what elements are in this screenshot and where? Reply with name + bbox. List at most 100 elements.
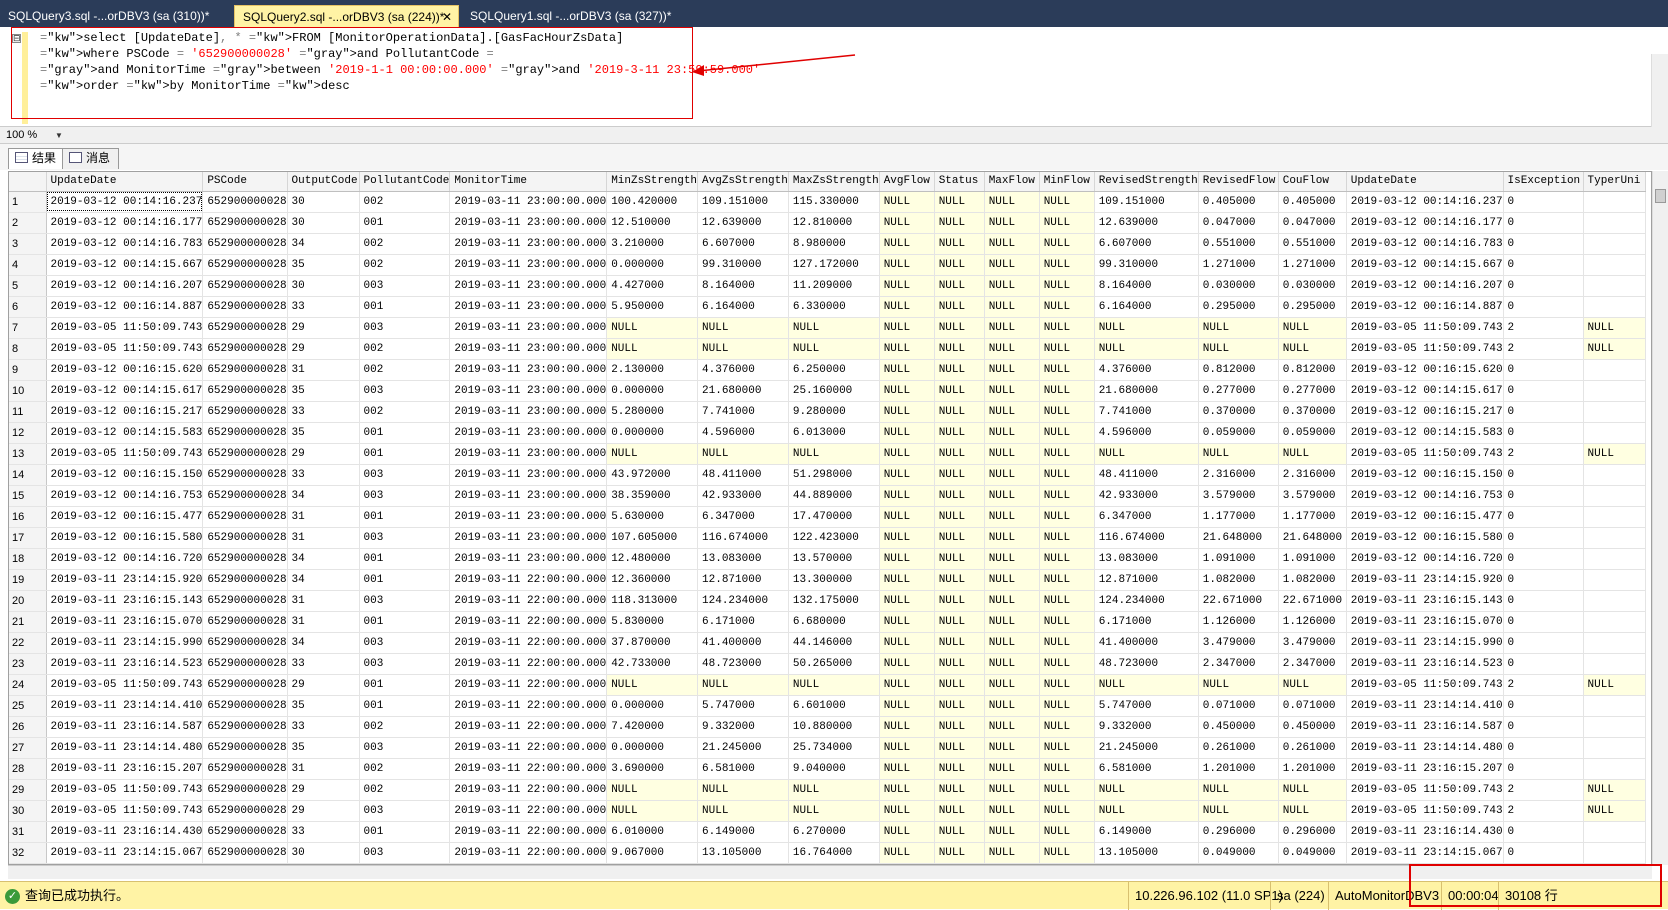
table-cell[interactable]: NULL [984,254,1040,276]
table-cell[interactable]: 9.332000 [697,716,789,738]
table-cell[interactable]: 31 [287,527,360,549]
table-cell[interactable]: 34 [287,569,360,591]
table-cell[interactable]: NULL [984,800,1040,822]
table-cell[interactable]: 652900000028 [202,716,288,738]
table-cell[interactable]: 12.480000 [606,548,699,570]
table-row[interactable]: 3 2019-03-12 00:14:16.783 652900000028 34 00… [9,233,1646,255]
table-cell[interactable]: NULL [934,212,985,234]
table-cell[interactable]: 31 [287,590,360,612]
table-cell[interactable]: 2019-03-12 00:16:15.580 [46,527,204,549]
table-cell[interactable]: 2019-03-11 23:00:00.000 [449,506,608,528]
table-cell[interactable]: NULL [934,737,985,759]
table-cell[interactable]: NULL [879,296,935,318]
table-cell[interactable]: NULL [984,737,1040,759]
table-cell[interactable]: 25.734000 [788,737,880,759]
table-cell[interactable]: 12.639000 [697,212,789,234]
table-cell[interactable]: NULL [984,401,1040,423]
table-cell[interactable]: 652900000028 [202,548,288,570]
table-cell[interactable]: 2019-03-11 23:16:14.523 [46,653,204,675]
table-cell[interactable]: 116.674000 [1094,527,1199,549]
table-cell[interactable]: 2019-03-11 22:00:00.000 [449,758,608,780]
tab-sqlquery2[interactable]: SQLQuery2.sql -...orDBV3 (sa (224))* ✕ [234,5,459,27]
column-header[interactable]: MonitorTime [449,172,608,192]
table-cell[interactable]: 2019-03-12 00:14:15.583 [1346,422,1504,444]
tab-messages[interactable]: 消息 [62,148,120,169]
table-cell[interactable]: 2019-03-11 23:16:15.207 [1346,758,1504,780]
table-cell[interactable]: 127.172000 [788,254,880,276]
table-cell[interactable]: 13.083000 [697,548,789,570]
table-cell[interactable]: 33 [287,296,360,318]
table-cell[interactable]: NULL [879,611,935,633]
table-cell[interactable]: NULL [1039,527,1095,549]
table-cell[interactable]: 652900000028 [202,611,288,633]
table-cell[interactable]: NULL [984,611,1040,633]
column-header[interactable]: MinZsStrength [606,172,699,192]
table-cell[interactable]: NULL [1278,443,1347,465]
table-cell[interactable]: 13.300000 [788,569,880,591]
table-cell[interactable]: 0 [1503,842,1584,864]
table-cell[interactable]: 0 [1503,359,1584,381]
table-cell[interactable]: NULL [606,800,699,822]
table-cell[interactable]: 0.551000 [1278,233,1347,255]
table-cell[interactable]: NULL [606,674,699,696]
table-cell[interactable]: NULL [1039,233,1095,255]
table-cell[interactable]: 12.871000 [1094,569,1199,591]
table-cell[interactable]: 2019-03-11 23:00:00.000 [449,338,608,360]
table-cell[interactable]: 2.316000 [1198,464,1279,486]
table-cell[interactable]: 652900000028 [202,212,288,234]
table-cell[interactable]: 6.250000 [788,359,880,381]
table-cell[interactable]: NULL [984,317,1040,339]
table-cell[interactable]: 9.040000 [788,758,880,780]
table-cell[interactable]: 8.164000 [1094,275,1199,297]
table-cell[interactable]: 6.607000 [1094,233,1199,255]
table-cell[interactable]: NULL [1198,800,1279,822]
table-row[interactable]: 25 2019-03-11 23:14:14.410 652900000028 35 0… [9,695,1646,717]
table-cell[interactable]: 124.234000 [1094,590,1199,612]
table-cell[interactable]: 2019-03-11 22:00:00.000 [449,779,608,801]
table-cell[interactable]: 2019-03-11 23:16:14.523 [1346,653,1504,675]
table-cell[interactable]: 0 [1503,233,1584,255]
table-cell[interactable]: NULL [1039,443,1095,465]
table-cell[interactable]: NULL [788,317,880,339]
table-cell[interactable]: 2019-03-11 23:00:00.000 [449,191,608,213]
table-cell[interactable]: NULL [879,716,935,738]
table-row[interactable]: 28 2019-03-11 23:16:15.207 652900000028 31 0… [9,758,1646,780]
table-cell[interactable]: 2019-03-12 00:14:16.237 [1346,191,1504,213]
table-cell[interactable]: NULL [1094,800,1199,822]
table-cell[interactable]: 2019-03-12 00:14:16.177 [1346,212,1504,234]
table-cell[interactable]: NULL [1039,485,1095,507]
table-cell[interactable]: 2019-03-11 23:16:14.430 [46,821,204,843]
table-cell[interactable]: 2019-03-05 11:50:09.743 [1346,800,1504,822]
table-cell[interactable]: 2019-03-11 22:00:00.000 [449,653,608,675]
table-cell[interactable]: 2019-03-11 23:16:15.143 [1346,590,1504,612]
table-row[interactable]: 13 2019-03-05 11:50:09.743 652900000028 29 0… [9,443,1646,465]
table-cell[interactable]: 0.261000 [1278,737,1347,759]
table-cell[interactable]: 0.551000 [1198,233,1279,255]
table-cell[interactable]: 8.980000 [788,233,880,255]
table-cell[interactable]: NULL [984,338,1040,360]
table-cell[interactable]: 6.581000 [1094,758,1199,780]
table-cell[interactable]: 652900000028 [202,296,288,318]
table-cell[interactable]: NULL [934,296,985,318]
table-cell[interactable]: 48.411000 [697,464,789,486]
table-row[interactable]: 16 2019-03-12 00:16:15.477 652900000028 31 0… [9,506,1646,528]
table-cell[interactable]: 6.010000 [606,821,699,843]
table-cell[interactable]: 0.000000 [606,737,699,759]
table-cell[interactable]: 003 [359,464,451,486]
table-cell[interactable]: 652900000028 [202,233,288,255]
table-cell[interactable]: 2019-03-11 23:00:00.000 [449,296,608,318]
table-cell[interactable]: 2019-03-05 11:50:09.743 [1346,674,1504,696]
table-cell[interactable]: 4.376000 [697,359,789,381]
table-cell[interactable]: NULL [1278,338,1347,360]
table-cell[interactable]: NULL [1039,590,1095,612]
column-header[interactable] [9,172,47,192]
table-cell[interactable] [1583,191,1646,213]
table-row[interactable]: 10 2019-03-12 00:14:15.617 652900000028 35 0… [9,380,1646,402]
table-row[interactable]: 14 2019-03-12 00:16:15.150 652900000028 33 0… [9,464,1646,486]
table-cell[interactable]: 2019-03-12 00:14:16.753 [46,485,204,507]
table-row[interactable]: 8 2019-03-05 11:50:09.743 652900000028 29 00… [9,338,1646,360]
table-cell[interactable]: 0.296000 [1198,821,1279,843]
table-cell[interactable]: NULL [879,464,935,486]
table-cell[interactable]: NULL [879,485,935,507]
table-cell[interactable] [1583,422,1646,444]
